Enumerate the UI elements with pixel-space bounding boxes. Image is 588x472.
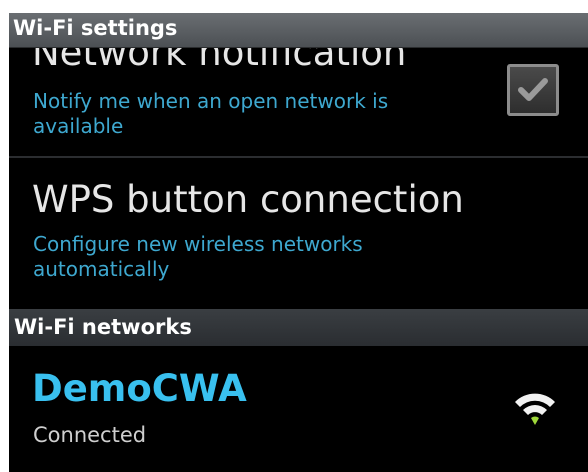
title-bar-overlay: Wi-Fi settings bbox=[9, 13, 588, 48]
wps-description: Configure new wireless networks automati… bbox=[33, 232, 363, 281]
wps-button-connection-setting[interactable]: WPS button connection Configure new wire… bbox=[9, 158, 588, 309]
page-title-overlay: Wi-Fi settings bbox=[13, 16, 178, 40]
wps-title: WPS button connection bbox=[32, 178, 464, 221]
checkmark-icon bbox=[518, 78, 548, 101]
wifi-settings-screen: Wi-Fi settings Network notification Noti… bbox=[9, 13, 588, 472]
wifi-networks-header-label: Wi-Fi networks bbox=[14, 315, 192, 339]
network-notification-checkbox[interactable] bbox=[507, 64, 559, 116]
network-notification-description: Notify me when an open network is availa… bbox=[33, 89, 389, 138]
network-ssid: DemoCWA bbox=[32, 367, 247, 410]
wifi-signal-icon bbox=[515, 393, 555, 425]
wifi-networks-header: Wi-Fi networks bbox=[9, 309, 588, 346]
network-status: Connected bbox=[33, 423, 147, 447]
